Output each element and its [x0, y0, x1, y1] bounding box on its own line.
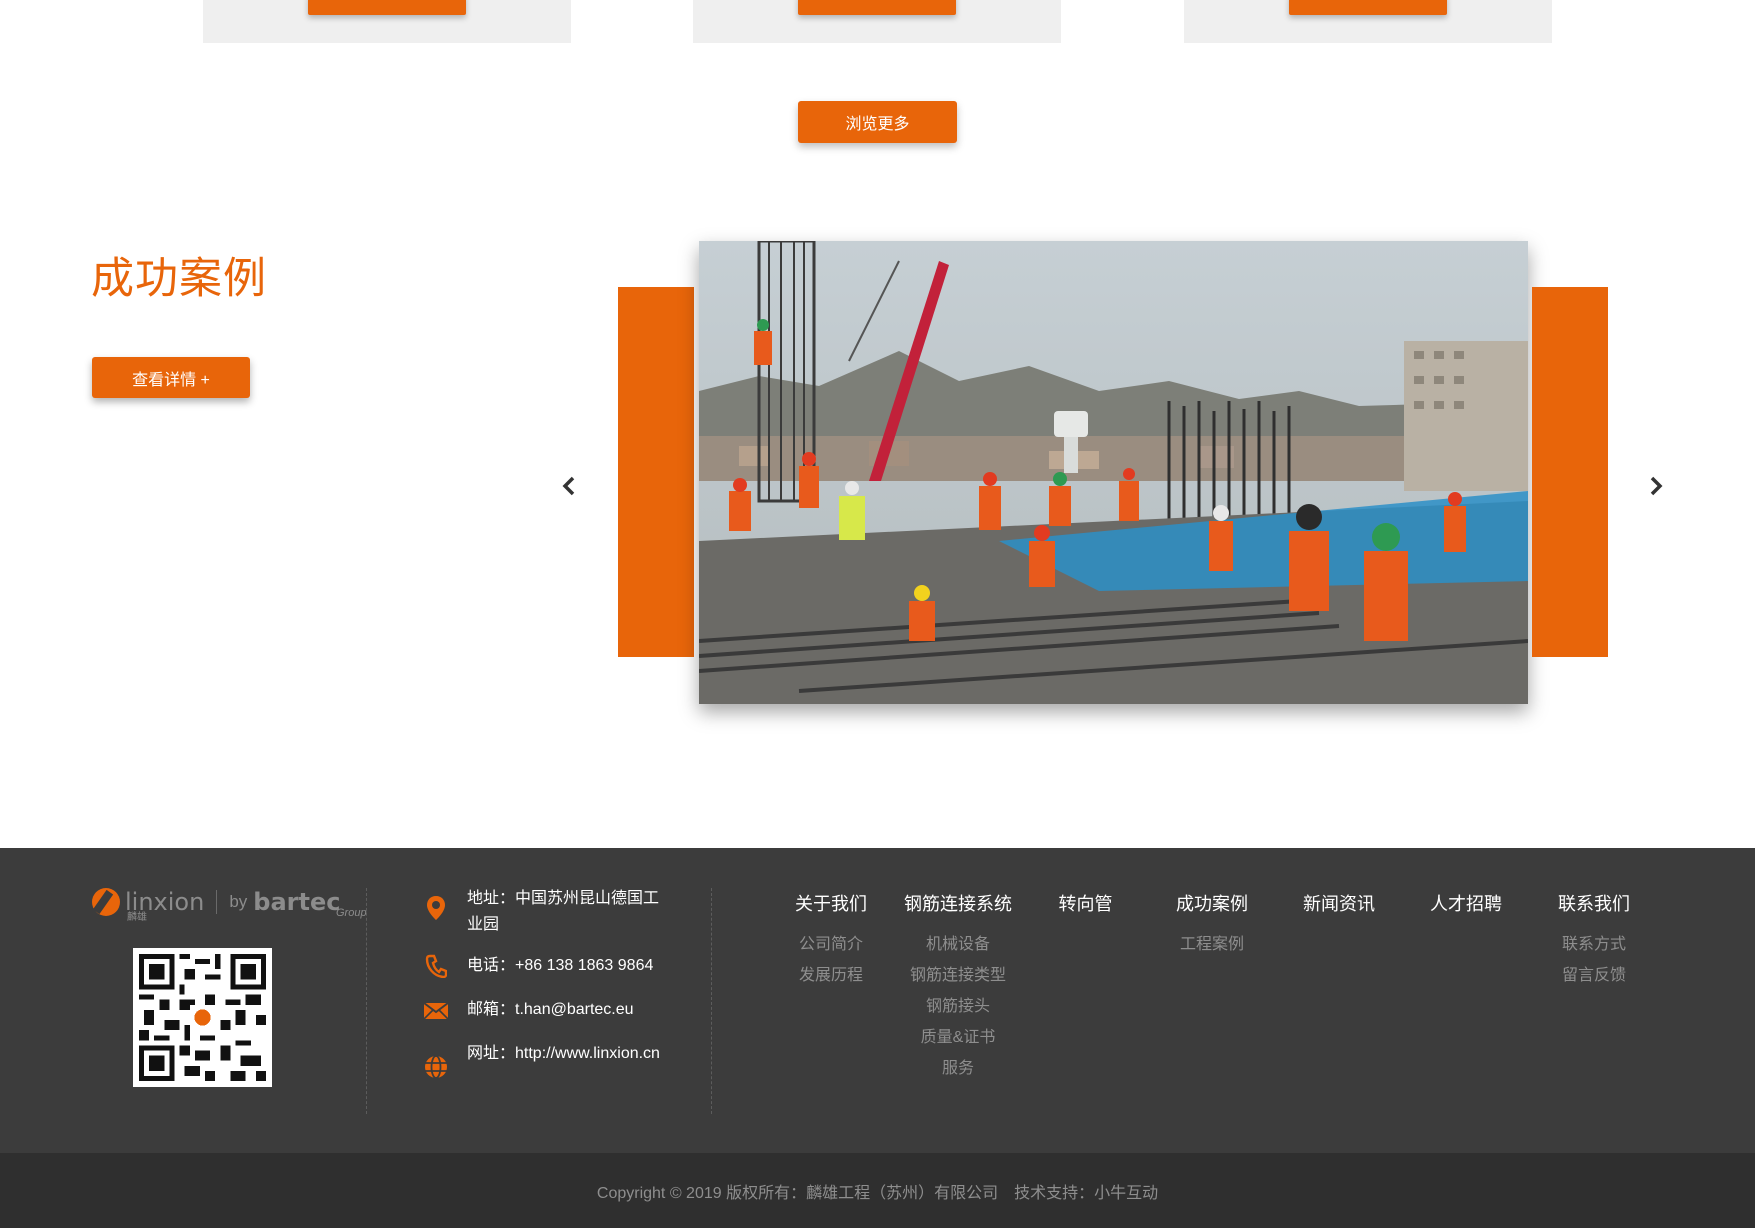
phone-icon: [421, 954, 451, 978]
footer-nav-heading[interactable]: 人才招聘: [1428, 890, 1504, 916]
footer-divider: [366, 888, 367, 1114]
contact-address: 地址：中国苏州昆山德国工业园: [421, 886, 662, 938]
logo-partner-sub: Group: [336, 907, 367, 919]
footer-nav-cases: 成功案例 工程案例: [1174, 890, 1250, 954]
email-text[interactable]: 邮箱：t.han@bartec.eu: [467, 997, 662, 1023]
logo-by: by: [229, 892, 248, 911]
location-pin-icon: [421, 895, 451, 921]
address-text: 地址：中国苏州昆山德国工业园: [467, 890, 660, 933]
logo-divider: [216, 890, 218, 914]
website-text[interactable]: 网址：http://www.linxion.cn: [467, 1041, 662, 1067]
footer-nav-about: 关于我们 公司简介 发展历程: [793, 890, 869, 985]
footer-nav-heading[interactable]: 新闻资讯: [1301, 890, 1377, 916]
copyright-bar: Copyright © 2019 版权所有：麟雄工程（苏州）有限公司 技术支持：…: [0, 1153, 1755, 1228]
footer-nav-careers: 人才招聘: [1428, 890, 1504, 916]
footer-nav-link[interactable]: 工程案例: [1174, 930, 1250, 954]
globe-icon: [421, 1055, 451, 1079]
footer-nav-heading[interactable]: 转向管: [1057, 890, 1114, 916]
product-card: [1184, 0, 1552, 43]
footer-nav-link[interactable]: 服务: [902, 1054, 1014, 1078]
footer-nav-steering-tube: 转向管: [1057, 890, 1114, 916]
copyright-text: Copyright © 2019 版权所有：麟雄工程（苏州）有限公司: [596, 1184, 999, 1202]
footer-nav-link[interactable]: 质量&证书: [902, 1023, 1014, 1047]
footer-divider: [711, 888, 712, 1114]
footer-nav-heading[interactable]: 关于我们: [793, 890, 869, 916]
footer-nav-link[interactable]: 留言反馈: [1556, 961, 1632, 985]
footer-nav-rebar-system: 钢筋连接系统 机械设备 钢筋连接类型 钢筋接头 质量&证书 服务: [902, 890, 1014, 1078]
product-card-button[interactable]: [1289, 0, 1447, 15]
carousel-side-slide-left[interactable]: [618, 287, 694, 657]
construction-site-photo: [699, 241, 1528, 704]
carousel-main-slide[interactable]: [699, 241, 1528, 704]
footer-nav-link[interactable]: 联系方式: [1556, 930, 1632, 954]
product-card-button[interactable]: [798, 0, 956, 15]
footer-nav-heading[interactable]: 联系我们: [1556, 890, 1632, 916]
logo-brand-sub: 麟雄: [127, 912, 147, 923]
footer-nav-link[interactable]: 钢筋连接类型: [902, 961, 1014, 985]
carousel-side-slide-right[interactable]: [1532, 287, 1608, 657]
browse-more-button[interactable]: 浏览更多: [798, 101, 957, 143]
footer-logo[interactable]: linxion 麟雄 by bartec Group: [92, 885, 367, 923]
logo-partner: bartec: [253, 888, 341, 916]
product-card-button[interactable]: [308, 0, 466, 15]
tech-support-link[interactable]: 技术支持：小牛互动: [1014, 1179, 1158, 1203]
site-footer: linxion 麟雄 by bartec Group 地址：中国苏州昆山德国工业…: [0, 848, 1755, 1153]
view-details-button[interactable]: 查看详情 +: [92, 357, 250, 398]
footer-nav-link[interactable]: 公司简介: [793, 930, 869, 954]
contact-phone: 电话：+86 138 1863 9864: [421, 953, 662, 979]
chevron-left-icon[interactable]: [559, 474, 579, 498]
footer-nav-heading[interactable]: 钢筋连接系统: [902, 890, 1014, 916]
chevron-right-icon[interactable]: [1646, 474, 1666, 498]
footer-nav-link[interactable]: 机械设备: [902, 930, 1014, 954]
contact-email: 邮箱：t.han@bartec.eu: [421, 997, 662, 1023]
product-cards-row: [0, 0, 1755, 44]
contact-website: 网址：http://www.linxion.cn: [421, 1041, 662, 1079]
footer-nav-contact: 联系我们 联系方式 留言反馈: [1556, 890, 1632, 985]
product-card: [203, 0, 571, 43]
cases-section-title: 成功案例: [91, 254, 267, 304]
mail-icon: [421, 1002, 451, 1020]
footer-nav-link[interactable]: 钢筋接头: [902, 992, 1014, 1016]
linxion-logo-icon: [92, 888, 120, 916]
product-card: [693, 0, 1061, 43]
qr-code: [133, 948, 272, 1087]
cases-carousel: [540, 230, 1680, 720]
footer-nav-link[interactable]: 发展历程: [793, 961, 869, 985]
footer-nav-heading[interactable]: 成功案例: [1174, 890, 1250, 916]
phone-text: 电话：+86 138 1863 9864: [467, 957, 654, 974]
footer-nav-news: 新闻资讯: [1301, 890, 1377, 916]
